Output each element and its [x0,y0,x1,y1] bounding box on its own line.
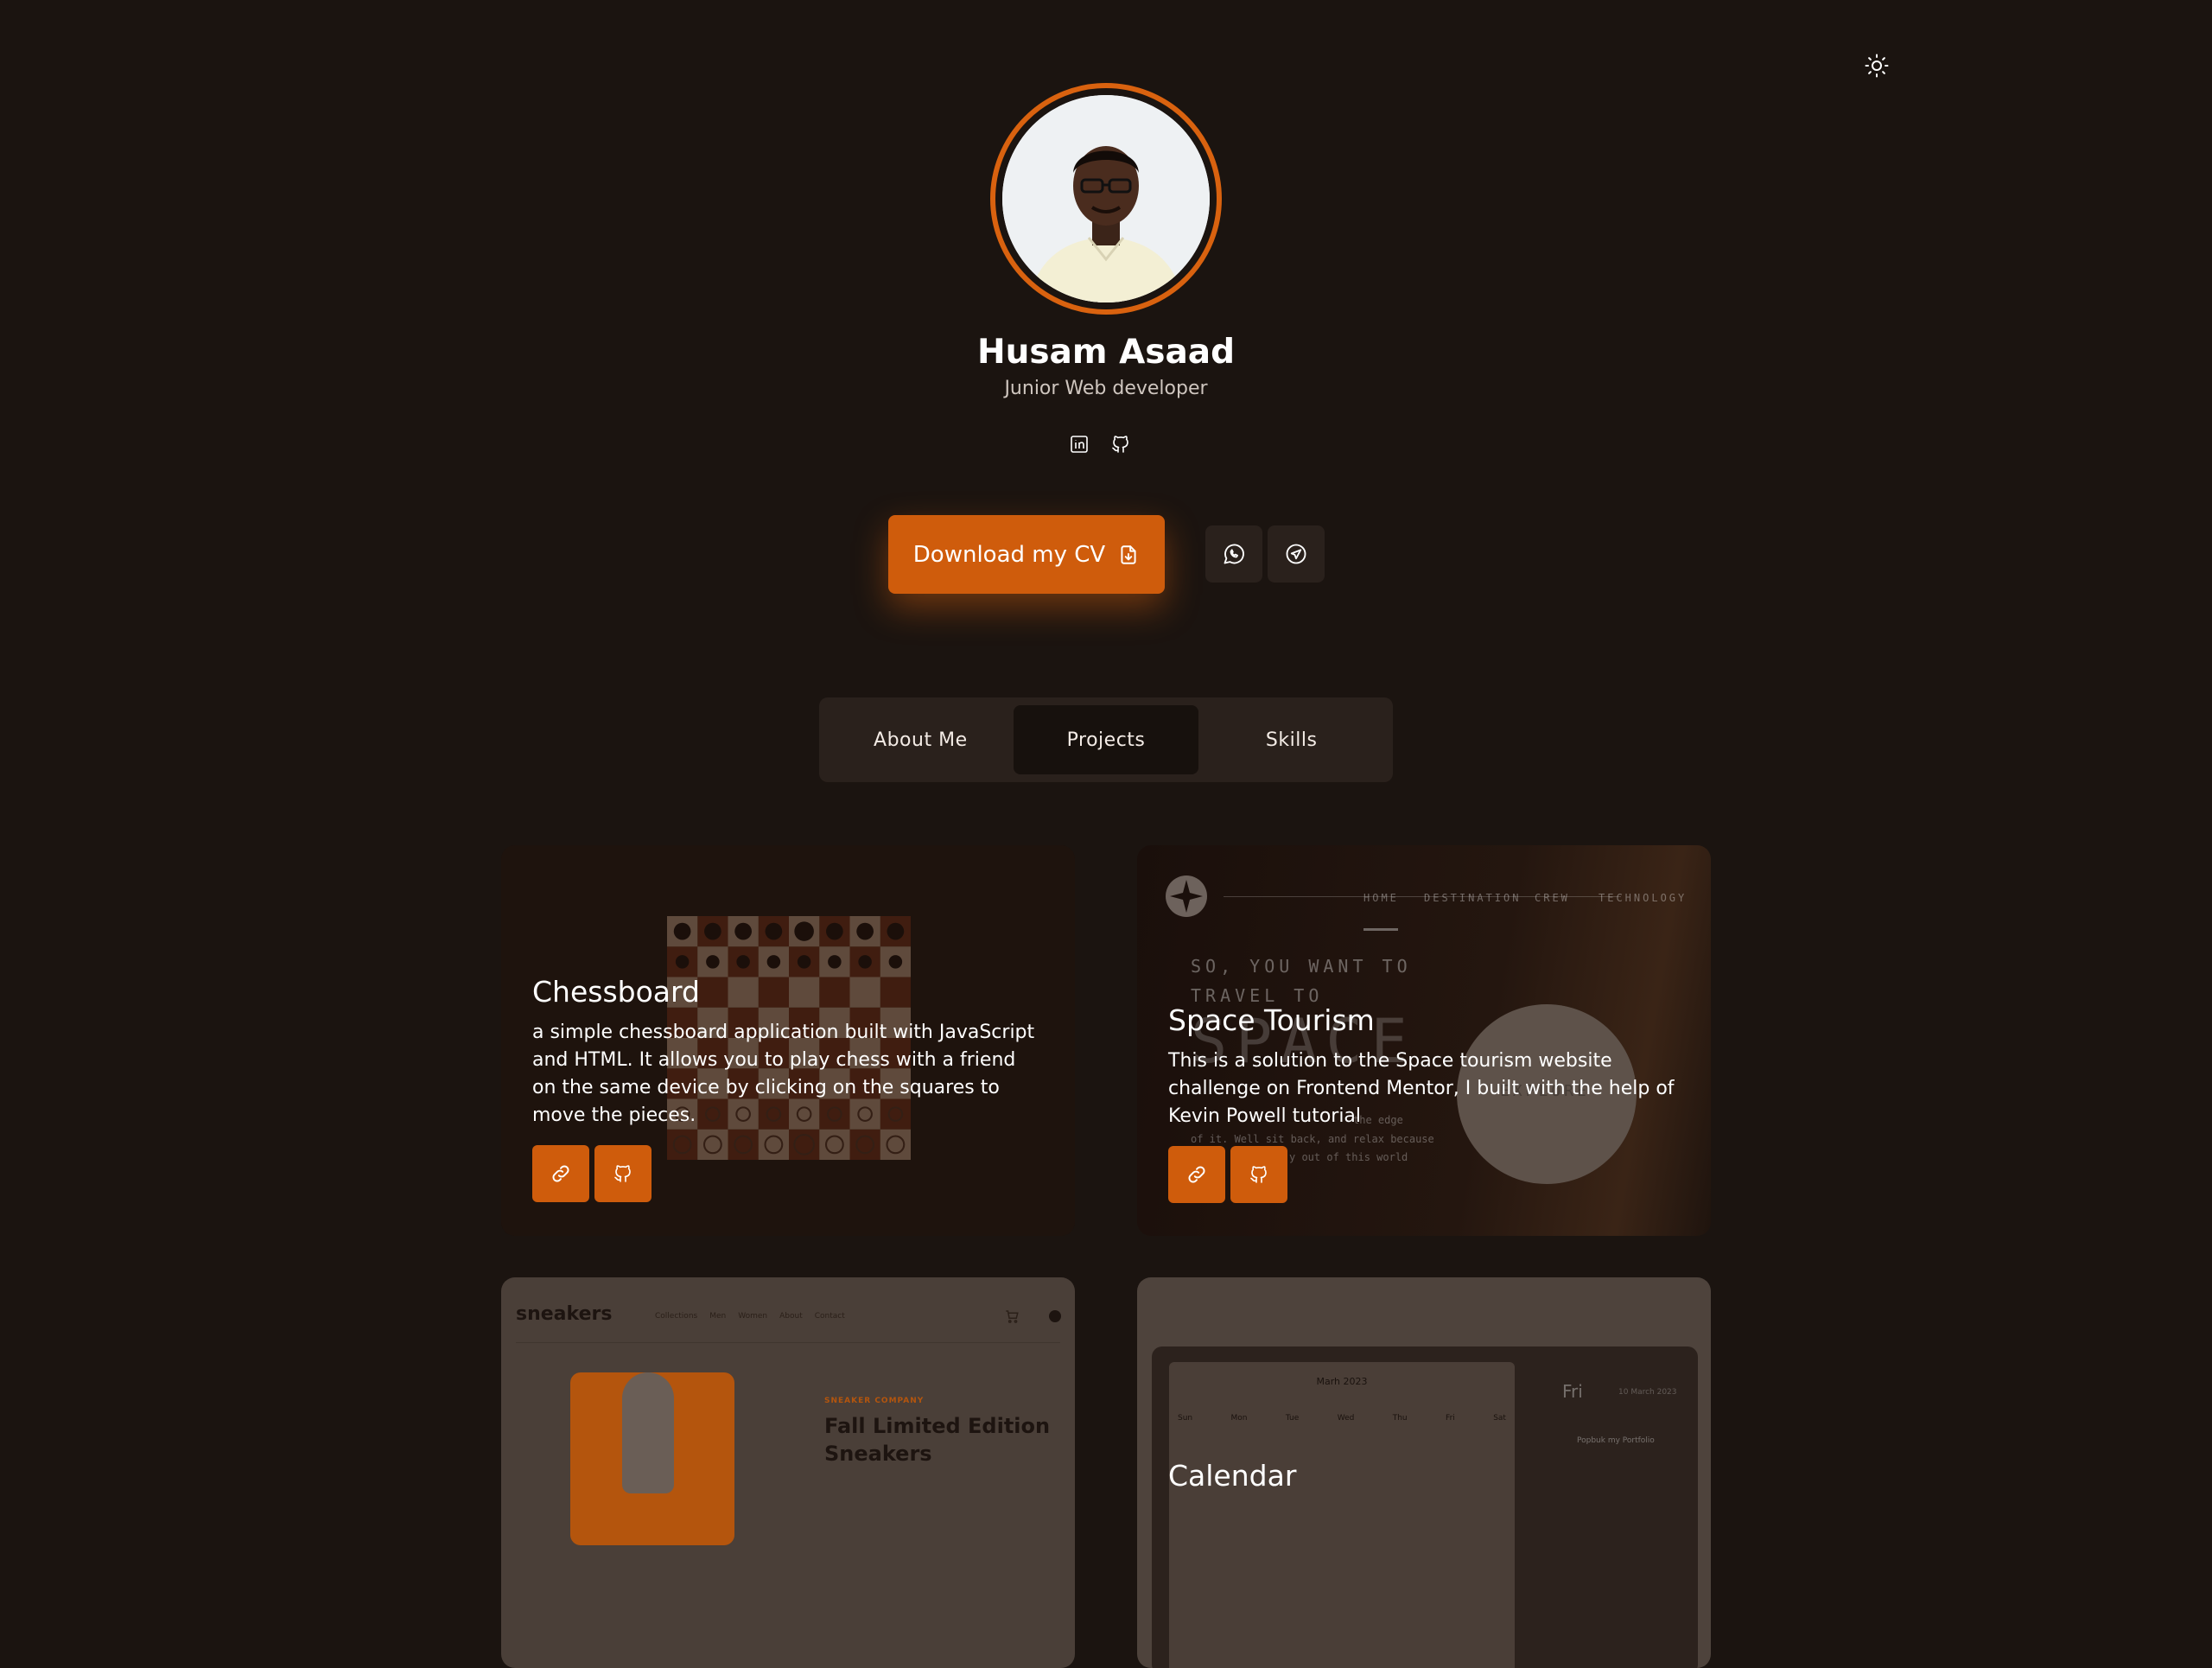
calendar-side-date: 10 March 2023 [1618,1388,1677,1397]
github-icon [614,1165,631,1182]
linkedin-icon [1071,436,1088,453]
file-download-icon [1121,544,1136,564]
telegram-icon [1286,544,1306,564]
card-content: Chessboard a simple chessboard applicati… [532,975,1044,1202]
calendar-panel: Marh 2023 Sun Mon Tue Wed Thu Fri Sat [1169,1362,1515,1668]
project-title: Space Tourism [1168,1003,1375,1037]
space-nav-home: HOME [1363,892,1399,904]
telegram-button[interactable] [1268,525,1325,583]
sun-icon [1865,54,1889,78]
calendar-side-day: Fri [1562,1381,1583,1402]
project-actions [532,1145,1044,1202]
sneakers-logo: sneakers [516,1303,613,1325]
profile-role: Junior Web developer [1004,378,1208,399]
sneakers-nav-item: Men [709,1312,727,1321]
sneakers-nav: Collections Men Women About Contact [655,1312,845,1321]
sneakers-headline-2: Sneakers [824,1442,932,1466]
space-nav-crew: CREW [1535,892,1570,904]
project-card-calendar: Marh 2023 Sun Mon Tue Wed Thu Fri Sat Fr… [1137,1277,1711,1668]
tab-skills[interactable]: Skills [1198,705,1384,774]
sneakers-product-image [570,1372,734,1545]
weekday: Mon [1230,1414,1248,1423]
cart-icon [1006,1310,1019,1323]
sneakers-nav-item: Contact [814,1312,845,1321]
sneaker-shape [622,1372,674,1493]
download-cv-button[interactable]: Download my CV [888,515,1165,594]
project-github-button[interactable] [594,1145,652,1202]
profile-avatar [990,83,1222,315]
section-tabs: About Me Projects Skills [819,697,1393,782]
download-cv-label: Download my CV [912,541,1106,568]
link-icon [1188,1166,1205,1183]
sneakers-preview: sneakers Collections Men Women About Con… [501,1277,1075,1668]
github-icon [1250,1166,1267,1183]
sneakers-nav-item: Collections [655,1312,698,1321]
project-title: Chessboard [532,975,700,1009]
project-description: This is a solution to the Space tourism … [1168,1050,1675,1127]
calendar-weekdays: Sun Mon Tue Wed Thu Fri Sat [1178,1414,1506,1423]
weekday: Fri [1446,1414,1455,1423]
space-tagline-1: SO, YOU WANT TO [1191,956,1412,977]
project-card-chessboard: Chessboard a simple chessboard applicati… [501,845,1075,1236]
weekday: Tue [1285,1414,1300,1423]
theme-toggle-button[interactable] [1859,48,1894,83]
card-content: Calendar [1168,1459,1680,1503]
space-nav-destination: DESTINATION [1424,892,1522,904]
star-logo-icon [1166,875,1207,917]
weekday: Sat [1493,1414,1506,1423]
weekday: Sun [1178,1414,1193,1423]
project-github-button[interactable] [1230,1146,1287,1203]
whatsapp-button[interactable] [1205,525,1262,583]
project-card-space-tourism: HOME DESTINATION CREW TECHNOLOGY SO, YOU… [1137,845,1711,1236]
tab-about-me[interactable]: About Me [828,705,1014,774]
calendar-month: Marh 2023 [1316,1376,1368,1387]
sneakers-headline-1: Fall Limited Edition [824,1414,1051,1438]
github-icon [1112,436,1128,453]
weekday: Wed [1337,1414,1355,1423]
project-actions [1168,1146,1680,1203]
project-card-sneakers: sneakers Collections Men Women About Con… [501,1277,1075,1668]
sneakers-nav-item: About [779,1312,803,1321]
person-illustration [1002,95,1210,302]
calendar-event: Popbuk my Portfolio [1577,1436,1655,1445]
tab-projects[interactable]: Projects [1013,705,1199,774]
avatar-photo [1002,95,1210,302]
calendar-preview: Marh 2023 Sun Mon Tue Wed Thu Fri Sat Fr… [1152,1346,1698,1668]
whatsapp-icon [1224,544,1244,564]
profile-name: Husam Asaad [976,333,1236,372]
linkedin-link[interactable] [1067,432,1091,456]
link-icon [552,1165,569,1182]
sneakers-avatar [1049,1310,1061,1322]
project-live-link-button[interactable] [1168,1146,1225,1203]
social-links [1067,432,1133,456]
space-nav-technology: TECHNOLOGY [1599,892,1688,904]
github-link[interactable] [1109,432,1133,456]
sneakers-divider [516,1342,1060,1343]
sneakers-nav-item: Women [738,1312,768,1321]
card-content: Space Tourism This is a solution to the … [1168,1003,1680,1203]
project-live-link-button[interactable] [532,1145,589,1202]
project-description: a simple chessboard application built wi… [532,1022,1035,1126]
sneakers-tag: SNEAKER COMPANY [824,1397,925,1405]
weekday: Thu [1392,1414,1408,1423]
space-nav-underline [1363,928,1398,931]
